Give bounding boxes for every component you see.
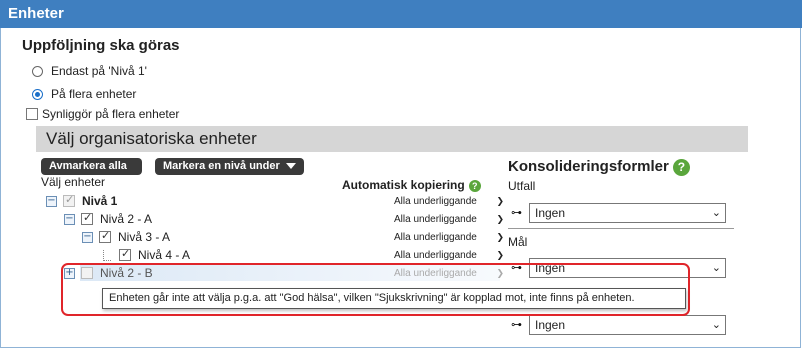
disabled-unit-tooltip: Enheten går inte att välja p.g.a. att "G… [102,288,686,309]
tree-connector [103,249,111,261]
copy-select-niva-4a[interactable]: Alla underliggande ❯ [394,250,504,261]
chevron-down-icon: ❯ [496,196,504,207]
unit-checkbox-niva-2a[interactable] [81,211,93,225]
radio-multiple-units-label: På flera enheter [51,87,137,101]
collapse-icon[interactable]: − [82,231,93,243]
radio-only-level1-icon[interactable] [32,65,43,77]
copy-select-niva-4a-value: Alla underliggande [394,250,477,261]
radio-only-level1[interactable]: Endast på 'Nivå 1' [32,64,147,78]
radio-multiple-units-icon[interactable] [32,88,43,100]
auto-copy-label: Automatisk kopiering [342,178,465,192]
radio-only-level1-label: Endast på 'Nivå 1' [51,64,147,78]
unit-row-niva-4a: Nivå 4 - A [103,247,191,262]
outcome-label: Utfall [508,179,536,193]
unit-checkbox-niva-1 [63,193,75,207]
radio-multiple-units[interactable]: På flera enheter [32,87,136,101]
window-titlebar: Enheter [0,0,802,28]
third-formula-select[interactable]: Ingen ⌄ [529,315,726,335]
outcome-formula-select[interactable]: Ingen ⌄ [529,203,726,223]
unit-label-niva-4a: Nivå 4 - A [138,248,191,262]
link-icon: ⊶ [511,206,522,219]
visible-on-units-checkbox-row[interactable]: Synliggör på flera enheter [26,107,179,121]
chevron-down-icon: ❯ [496,250,504,261]
choose-units-label: Välj enheter [41,175,106,189]
copy-select-niva-1[interactable]: Alla underliggande ❯ [394,196,504,207]
chevron-down-icon: ⌄ [711,206,721,219]
deselect-all-button[interactable]: Avmarkera alla [41,158,142,175]
consolidation-heading: Konsolideringsformler? [508,158,690,176]
copy-select-niva-2a[interactable]: Alla underliggande ❯ [394,214,504,225]
copy-select-niva-2a-value: Alla underliggande [394,214,477,225]
caret-down-icon [285,163,296,170]
collapse-icon[interactable]: − [46,195,57,207]
unit-row-niva-1: − Nivå 1 [46,193,118,208]
outcome-formula-value: Ingen [535,206,566,220]
chevron-down-icon: ❯ [496,214,504,225]
unit-row-niva-2a: − Nivå 2 - A [64,211,153,226]
window-title: Enheter [8,5,64,22]
chevron-down-icon: ⌄ [711,318,721,331]
third-formula-value: Ingen [535,318,566,332]
unit-label-niva-3a: Nivå 3 - A [118,230,171,244]
visible-on-units-label: Synliggör på flera enheter [42,107,180,121]
unit-label-niva-1: Nivå 1 [82,194,118,208]
chevron-down-icon: ⌄ [711,261,721,274]
org-section-header: Välj organisatoriska enheter [36,126,748,152]
followup-heading: Uppföljning ska göras [22,37,180,54]
unit-label-niva-2a: Nivå 2 - A [100,212,153,226]
copy-select-niva-3a[interactable]: Alla underliggande ❯ [394,232,504,243]
divider [508,228,734,229]
consolidation-title: Konsolideringsformler [508,158,669,175]
copy-select-niva-3a-value: Alla underliggande [394,232,477,243]
collapse-icon[interactable]: − [64,213,75,225]
copy-select-niva-1-value: Alla underliggande [394,196,477,207]
link-icon: ⊶ [511,318,522,331]
deselect-all-label: Avmarkera alla [49,160,127,172]
goal-label: Mål [508,235,528,249]
select-level-below-label: Markera en nivå under [163,160,280,172]
unit-checkbox-niva-3a[interactable] [99,229,111,243]
select-level-below-button[interactable]: Markera en nivå under [155,158,304,175]
visible-on-units-checkbox[interactable] [26,108,38,120]
auto-copy-heading: Automatisk kopiering? [342,178,481,192]
chevron-down-icon: ❯ [496,232,504,243]
unit-row-niva-3a: − Nivå 3 - A [82,229,171,244]
unit-checkbox-niva-4a[interactable] [119,247,131,261]
help-icon[interactable]: ? [468,179,481,192]
help-icon[interactable]: ? [672,158,690,176]
org-section-title: Välj organisatoriska enheter [46,129,257,148]
